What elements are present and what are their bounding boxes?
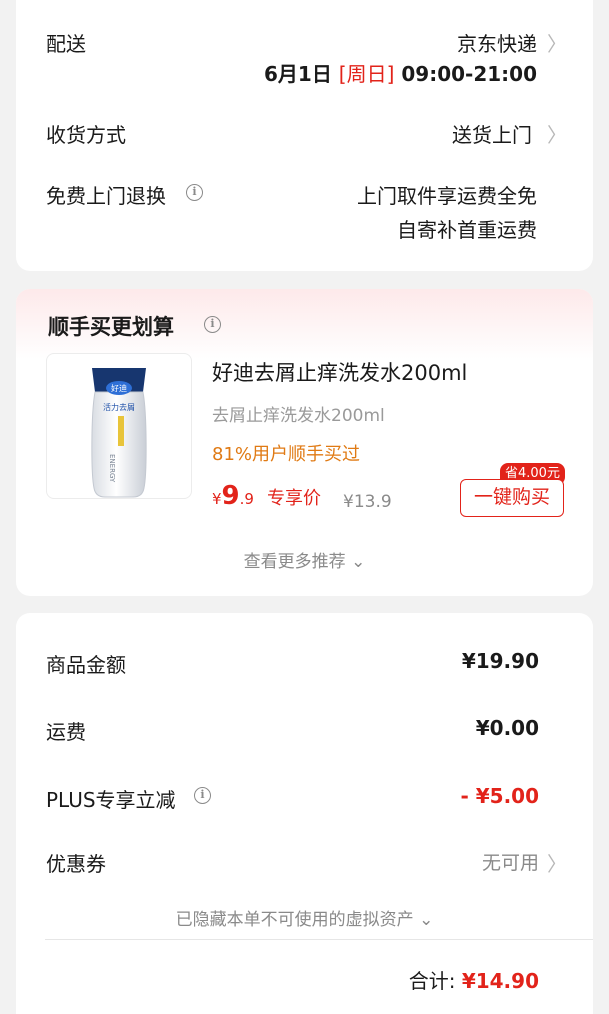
free-return-line2: 自寄补首重运费 (397, 218, 537, 242)
summary-divider (45, 939, 593, 940)
bottle-energy-text: ENERGY (108, 454, 116, 483)
hidden-assets-label[interactable]: 已隐藏本单不可使用的虚拟资产 (176, 910, 414, 930)
recommend-info-icon[interactable]: i (204, 316, 221, 333)
delivery-time: 6月1日 [周日] 09:00-21:00 (264, 58, 537, 87)
shipping-label: 运费 (46, 720, 86, 744)
more-recommend-link[interactable]: 查看更多推荐 ⌄ (16, 547, 593, 572)
bought-rate: 81%用户顺手买过 (212, 444, 361, 465)
one-click-buy-button[interactable]: 一键购买 (460, 479, 564, 517)
shipping-value: ¥0.00 (475, 716, 539, 740)
delivery-time-range: 09:00-21:00 (401, 62, 537, 86)
delivery-weekday: [周日] (338, 62, 395, 86)
coupon-chevron-icon[interactable]: 〉 (547, 848, 567, 877)
product-image[interactable]: 好迪 活力去屑 ENERGY (46, 353, 192, 499)
free-return-label: 免费上门退换 (46, 184, 166, 208)
chevron-down-icon[interactable]: ⌄ (351, 552, 365, 572)
more-recommend-label[interactable]: 查看更多推荐 (244, 552, 346, 572)
price-symbol: ¥ (212, 490, 222, 508)
free-return-info-icon[interactable]: i (186, 184, 203, 201)
product-name[interactable]: 好迪去屑止痒洗发水200ml (212, 357, 467, 387)
exclusive-label: 专享价 (267, 488, 322, 509)
bottle-brand-text: 好迪 (111, 383, 127, 393)
product-subtitle: 去屑止痒洗发水200ml (212, 406, 385, 426)
free-return-line1: 上门取件享运费全免 (357, 184, 537, 208)
hidden-assets-chevron-icon[interactable]: ⌄ (419, 910, 433, 930)
shampoo-bottle-icon: 好迪 活力去屑 ENERGY (91, 368, 147, 498)
recommend-card: 顺手买更划算 i 好迪 活力去屑 ENERGY 好迪去屑止痒洗发水200ml 去… (16, 289, 593, 596)
receive-chevron-icon[interactable]: 〉 (547, 119, 567, 148)
receive-method-value[interactable]: 送货上门 (452, 119, 532, 148)
total-value: ¥14.90 (461, 969, 539, 993)
delivery-label: 配送 (46, 32, 86, 56)
bottle-line-text: 活力去屑 (103, 402, 135, 412)
price-integer: 9 (221, 481, 240, 511)
plus-discount-label: PLUS专享立减 (46, 788, 176, 812)
product-price: ¥9.9 专享价 (212, 481, 321, 511)
delivery-card: 配送 京东快递 〉 6月1日 [周日] 09:00-21:00 收货方式 送货上… (16, 0, 593, 271)
delivery-date: 6月1日 (263, 62, 332, 86)
receive-method-label: 收货方式 (46, 123, 126, 147)
plus-discount-value: - ¥5.00 (460, 784, 539, 808)
goods-amount-label: 商品金额 (46, 653, 126, 677)
plus-info-icon[interactable]: i (194, 787, 211, 804)
total-label: 合计: (408, 969, 456, 993)
coupon-label: 优惠券 (46, 852, 106, 876)
total-row: 合计: ¥14.90 (409, 965, 539, 994)
goods-amount-value: ¥19.90 (461, 649, 539, 673)
recommend-title: 顺手买更划算 (48, 315, 174, 339)
coupon-value[interactable]: 无可用 (482, 848, 539, 875)
original-price: ¥13.9 (343, 492, 392, 512)
hidden-assets-link[interactable]: 已隐藏本单不可使用的虚拟资产 ⌄ (16, 905, 593, 930)
carrier-chevron-icon[interactable]: 〉 (547, 28, 567, 57)
price-decimal: .9 (239, 490, 254, 508)
summary-card: 商品金额 ¥19.90 运费 ¥0.00 PLUS专享立减 i - ¥5.00 … (16, 613, 593, 1014)
carrier-value[interactable]: 京东快递 (457, 28, 537, 57)
